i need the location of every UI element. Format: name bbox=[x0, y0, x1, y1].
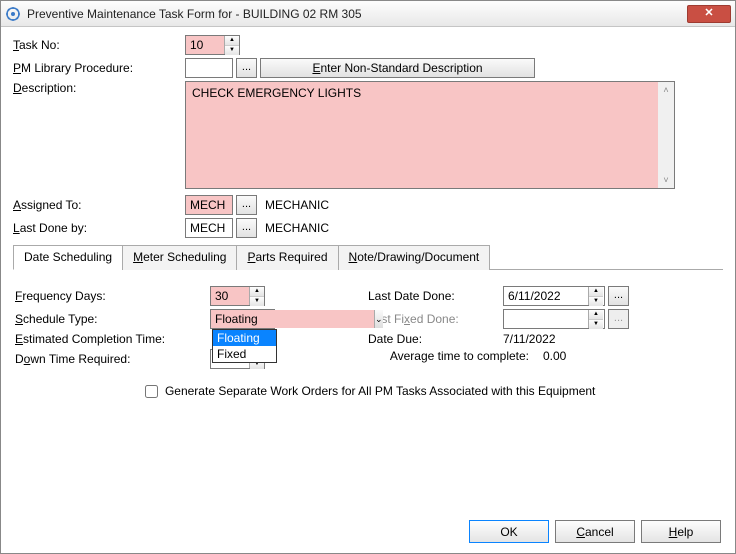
scroll-down-icon[interactable]: ˅ bbox=[658, 172, 674, 188]
pm-library-input[interactable] bbox=[185, 58, 233, 78]
pm-library-label: PM Library Procedure: bbox=[13, 61, 185, 75]
date-due-label: Date Due: bbox=[368, 332, 503, 346]
last-done-by-name: MECHANIC bbox=[265, 221, 329, 235]
dialog-footer: OK Cancel Help Cancel Help bbox=[469, 520, 721, 543]
assigned-to-browse-button[interactable]: ... bbox=[236, 195, 257, 215]
last-date-done-input[interactable] bbox=[504, 287, 588, 305]
last-fixed-done-input bbox=[504, 310, 588, 328]
last-date-done-browse-button[interactable]: ... bbox=[608, 286, 629, 306]
schedule-type-label: Schedule Type: bbox=[15, 312, 210, 326]
generate-separate-wo-input[interactable] bbox=[145, 385, 158, 398]
spinner-arrows[interactable]: ▲▼ bbox=[224, 36, 239, 54]
description-textarea[interactable]: CHECK EMERGENCY LIGHTS bbox=[185, 81, 675, 189]
pm-library-browse-button[interactable]: ... bbox=[236, 58, 257, 78]
schedule-type-combo[interactable]: ⌄ bbox=[210, 309, 275, 329]
last-done-by-input[interactable] bbox=[185, 218, 233, 238]
assigned-to-input[interactable] bbox=[185, 195, 233, 215]
tab-note-drawing-document[interactable]: Note/Drawing/Document bbox=[338, 245, 491, 270]
spinner-arrows[interactable]: ▲▼ bbox=[249, 287, 264, 305]
cancel-button[interactable]: Cancel bbox=[555, 520, 635, 543]
window-title: Preventive Maintenance Task Form for - B… bbox=[27, 7, 687, 21]
spinner-arrows[interactable]: ▲▼ bbox=[588, 287, 603, 305]
last-fixed-done-browse-button: ... bbox=[608, 309, 629, 329]
schedule-type-input[interactable] bbox=[211, 310, 374, 328]
down-time-label: Down Time Required: bbox=[15, 352, 210, 366]
task-no-input[interactable] bbox=[186, 36, 224, 54]
last-fixed-done-label: Last Fixed Done: bbox=[368, 312, 503, 326]
app-icon bbox=[5, 6, 21, 22]
ok-button[interactable]: OK bbox=[469, 520, 549, 543]
last-date-done-label: Last Date Done: bbox=[368, 289, 503, 303]
frequency-days-label: Frequency Days: bbox=[15, 289, 210, 303]
tab-meter-scheduling[interactable]: Meter Scheduling bbox=[122, 245, 237, 270]
description-scrollbar[interactable]: ˄ ˅ bbox=[658, 82, 674, 188]
schedule-type-dropdown[interactable]: Floating Fixed bbox=[212, 329, 277, 363]
assigned-to-label: Assigned To: bbox=[13, 198, 185, 212]
generate-separate-wo-label: Generate Separate Work Orders for All PM… bbox=[165, 384, 595, 398]
generate-separate-wo-checkbox[interactable]: Generate Separate Work Orders for All PM… bbox=[141, 384, 596, 398]
avg-time-label: Average time to complete: bbox=[368, 349, 543, 363]
est-completion-label: Estimated Completion Time: bbox=[15, 332, 210, 346]
tab-parts-required[interactable]: Parts Required bbox=[236, 245, 338, 270]
tab-strip: Date Scheduling Meter Scheduling Parts R… bbox=[13, 244, 723, 270]
chevron-down-icon[interactable]: ⌄ bbox=[374, 310, 383, 328]
last-done-by-label: Last Done by: bbox=[13, 221, 185, 235]
avg-time-value: 0.00 bbox=[543, 349, 566, 363]
nonstd-description-button[interactable]: EEnter Non-Standard Descriptionnter Non-… bbox=[260, 58, 535, 78]
frequency-days-spinner[interactable]: ▲▼ bbox=[210, 286, 265, 306]
description-label: Description: bbox=[13, 81, 185, 95]
frequency-days-input[interactable] bbox=[211, 287, 249, 305]
help-button[interactable]: Help bbox=[641, 520, 721, 543]
last-date-done-field[interactable]: ▲▼ bbox=[503, 286, 605, 306]
last-fixed-done-field: ▲▼ bbox=[503, 309, 605, 329]
task-no-label: Task No: bbox=[13, 38, 185, 52]
task-no-spinner[interactable]: ▲▼ bbox=[185, 35, 240, 55]
schedule-type-option-floating[interactable]: Floating bbox=[213, 330, 276, 346]
spinner-arrows: ▲▼ bbox=[588, 310, 603, 328]
scroll-up-icon[interactable]: ˄ bbox=[658, 82, 674, 98]
schedule-type-option-fixed[interactable]: Fixed bbox=[213, 346, 276, 362]
assigned-to-name: MECHANIC bbox=[265, 198, 329, 212]
tab-date-scheduling[interactable]: Date Scheduling bbox=[13, 245, 123, 270]
date-due-value: 7/11/2022 bbox=[503, 332, 556, 346]
last-done-by-browse-button[interactable]: ... bbox=[236, 218, 257, 238]
titlebar: Preventive Maintenance Task Form for - B… bbox=[1, 1, 735, 27]
close-button[interactable]: ✕ bbox=[687, 5, 731, 23]
